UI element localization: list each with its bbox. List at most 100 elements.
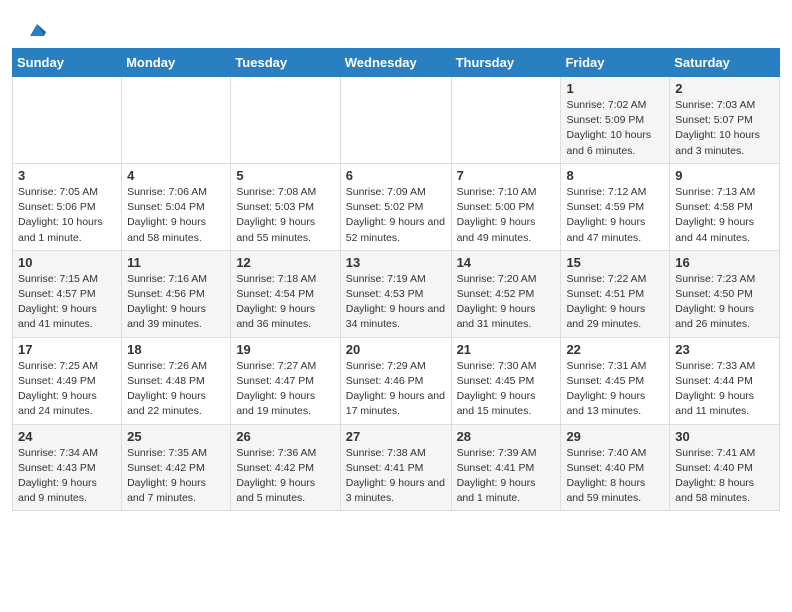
calendar-body: 1Sunrise: 7:02 AM Sunset: 5:09 PM Daylig… xyxy=(13,77,780,511)
day-number: 27 xyxy=(346,429,446,444)
calendar-cell: 22 Sunrise: 7:31 AM Sunset: 4:45 PM Dayli… xyxy=(561,337,670,424)
day-info: Sunrise: 7:09 AM Sunset: 5:02 PM Dayligh… xyxy=(346,185,446,246)
calendar-cell: 26 Sunrise: 7:36 AM Sunset: 4:42 PM Dayli… xyxy=(231,424,340,511)
weekday-header: Saturday xyxy=(670,49,780,77)
day-info: Sunrise: 7:29 AM Sunset: 4:46 PM Dayligh… xyxy=(346,359,446,420)
day-info: Sunrise: 7:35 AM Sunset: 4:42 PM Dayligh… xyxy=(127,446,225,507)
day-number: 5 xyxy=(236,168,334,183)
day-number: 21 xyxy=(457,342,556,357)
calendar-cell: 19 Sunrise: 7:27 AM Sunset: 4:47 PM Dayli… xyxy=(231,337,340,424)
calendar-cell xyxy=(231,77,340,164)
calendar-cell: 10 Sunrise: 7:15 AM Sunset: 4:57 PM Dayli… xyxy=(13,250,122,337)
day-info: Sunrise: 7:18 AM Sunset: 4:54 PM Dayligh… xyxy=(236,272,334,333)
weekday-header: Friday xyxy=(561,49,670,77)
calendar-week-row: 24 Sunrise: 7:34 AM Sunset: 4:43 PM Dayli… xyxy=(13,424,780,511)
calendar-cell: 30 Sunrise: 7:41 AM Sunset: 4:40 PM Dayli… xyxy=(670,424,780,511)
day-info: Sunrise: 7:06 AM Sunset: 5:04 PM Dayligh… xyxy=(127,185,225,246)
calendar-cell: 3 Sunrise: 7:05 AM Sunset: 5:06 PM Daylig… xyxy=(13,163,122,250)
day-number: 3 xyxy=(18,168,116,183)
calendar-cell: 24 Sunrise: 7:34 AM Sunset: 4:43 PM Dayli… xyxy=(13,424,122,511)
day-number: 7 xyxy=(457,168,556,183)
day-info: Sunrise: 7:26 AM Sunset: 4:48 PM Dayligh… xyxy=(127,359,225,420)
day-number: 23 xyxy=(675,342,774,357)
day-info: Sunrise: 7:25 AM Sunset: 4:49 PM Dayligh… xyxy=(18,359,116,420)
day-info: Sunrise: 7:27 AM Sunset: 4:47 PM Dayligh… xyxy=(236,359,334,420)
day-number: 2 xyxy=(675,81,774,96)
day-number: 6 xyxy=(346,168,446,183)
logo-icon xyxy=(26,18,48,40)
weekday-header: Tuesday xyxy=(231,49,340,77)
day-info: Sunrise: 7:13 AM Sunset: 4:58 PM Dayligh… xyxy=(675,185,774,246)
day-info: Sunrise: 7:33 AM Sunset: 4:44 PM Dayligh… xyxy=(675,359,774,420)
calendar-week-row: 17 Sunrise: 7:25 AM Sunset: 4:49 PM Dayli… xyxy=(13,337,780,424)
calendar-cell xyxy=(13,77,122,164)
day-number: 12 xyxy=(236,255,334,270)
calendar-cell xyxy=(122,77,231,164)
day-info: Sunrise: 7:22 AM Sunset: 4:51 PM Dayligh… xyxy=(566,272,664,333)
calendar-cell: 7 Sunrise: 7:10 AM Sunset: 5:00 PM Daylig… xyxy=(451,163,561,250)
day-number: 26 xyxy=(236,429,334,444)
calendar-cell: 9Sunrise: 7:13 AM Sunset: 4:58 PM Daylig… xyxy=(670,163,780,250)
calendar-cell: 2Sunrise: 7:03 AM Sunset: 5:07 PM Daylig… xyxy=(670,77,780,164)
day-info: Sunrise: 7:08 AM Sunset: 5:03 PM Dayligh… xyxy=(236,185,334,246)
day-info: Sunrise: 7:15 AM Sunset: 4:57 PM Dayligh… xyxy=(18,272,116,333)
page-header xyxy=(0,0,792,48)
calendar-cell: 25Sunrise: 7:35 AM Sunset: 4:42 PM Dayli… xyxy=(122,424,231,511)
calendar-cell xyxy=(340,77,451,164)
day-number: 28 xyxy=(457,429,556,444)
day-number: 17 xyxy=(18,342,116,357)
day-number: 15 xyxy=(566,255,664,270)
calendar-header-row: SundayMondayTuesdayWednesdayThursdayFrid… xyxy=(13,49,780,77)
day-number: 19 xyxy=(236,342,334,357)
calendar-container: SundayMondayTuesdayWednesdayThursdayFrid… xyxy=(0,48,792,523)
day-info: Sunrise: 7:10 AM Sunset: 5:00 PM Dayligh… xyxy=(457,185,556,246)
day-info: Sunrise: 7:05 AM Sunset: 5:06 PM Dayligh… xyxy=(18,185,116,246)
calendar-cell: 6 Sunrise: 7:09 AM Sunset: 5:02 PM Daylig… xyxy=(340,163,451,250)
calendar-cell: 14Sunrise: 7:20 AM Sunset: 4:52 PM Dayli… xyxy=(451,250,561,337)
weekday-header: Monday xyxy=(122,49,231,77)
calendar-table: SundayMondayTuesdayWednesdayThursdayFrid… xyxy=(12,48,780,511)
weekday-header: Thursday xyxy=(451,49,561,77)
day-info: Sunrise: 7:20 AM Sunset: 4:52 PM Dayligh… xyxy=(457,272,556,333)
calendar-cell: 1Sunrise: 7:02 AM Sunset: 5:09 PM Daylig… xyxy=(561,77,670,164)
day-number: 10 xyxy=(18,255,116,270)
calendar-cell: 17 Sunrise: 7:25 AM Sunset: 4:49 PM Dayli… xyxy=(13,337,122,424)
calendar-cell: 11 Sunrise: 7:16 AM Sunset: 4:56 PM Dayli… xyxy=(122,250,231,337)
day-info: Sunrise: 7:39 AM Sunset: 4:41 PM Dayligh… xyxy=(457,446,556,507)
calendar-cell: 8 Sunrise: 7:12 AM Sunset: 4:59 PM Daylig… xyxy=(561,163,670,250)
day-info: Sunrise: 7:19 AM Sunset: 4:53 PM Dayligh… xyxy=(346,272,446,333)
calendar-cell: 18 Sunrise: 7:26 AM Sunset: 4:48 PM Dayli… xyxy=(122,337,231,424)
calendar-cell: 23 Sunrise: 7:33 AM Sunset: 4:44 PM Dayli… xyxy=(670,337,780,424)
day-info: Sunrise: 7:38 AM Sunset: 4:41 PM Dayligh… xyxy=(346,446,446,507)
day-info: Sunrise: 7:12 AM Sunset: 4:59 PM Dayligh… xyxy=(566,185,664,246)
day-number: 16 xyxy=(675,255,774,270)
day-number: 18 xyxy=(127,342,225,357)
calendar-cell: 5 Sunrise: 7:08 AM Sunset: 5:03 PM Daylig… xyxy=(231,163,340,250)
calendar-cell: 4 Sunrise: 7:06 AM Sunset: 5:04 PM Daylig… xyxy=(122,163,231,250)
calendar-cell: 27 Sunrise: 7:38 AM Sunset: 4:41 PM Dayli… xyxy=(340,424,451,511)
day-number: 24 xyxy=(18,429,116,444)
calendar-cell: 13 Sunrise: 7:19 AM Sunset: 4:53 PM Dayli… xyxy=(340,250,451,337)
calendar-week-row: 3 Sunrise: 7:05 AM Sunset: 5:06 PM Daylig… xyxy=(13,163,780,250)
day-number: 11 xyxy=(127,255,225,270)
day-info: Sunrise: 7:02 AM Sunset: 5:09 PM Dayligh… xyxy=(566,98,664,159)
day-number: 20 xyxy=(346,342,446,357)
day-info: Sunrise: 7:31 AM Sunset: 4:45 PM Dayligh… xyxy=(566,359,664,420)
calendar-cell: 12 Sunrise: 7:18 AM Sunset: 4:54 PM Dayli… xyxy=(231,250,340,337)
day-info: Sunrise: 7:41 AM Sunset: 4:40 PM Dayligh… xyxy=(675,446,774,507)
calendar-week-row: 1Sunrise: 7:02 AM Sunset: 5:09 PM Daylig… xyxy=(13,77,780,164)
day-number: 30 xyxy=(675,429,774,444)
day-info: Sunrise: 7:16 AM Sunset: 4:56 PM Dayligh… xyxy=(127,272,225,333)
day-info: Sunrise: 7:36 AM Sunset: 4:42 PM Dayligh… xyxy=(236,446,334,507)
day-info: Sunrise: 7:30 AM Sunset: 4:45 PM Dayligh… xyxy=(457,359,556,420)
day-number: 13 xyxy=(346,255,446,270)
calendar-cell: 20 Sunrise: 7:29 AM Sunset: 4:46 PM Dayli… xyxy=(340,337,451,424)
day-info: Sunrise: 7:34 AM Sunset: 4:43 PM Dayligh… xyxy=(18,446,116,507)
day-number: 4 xyxy=(127,168,225,183)
calendar-cell xyxy=(451,77,561,164)
calendar-cell: 15 Sunrise: 7:22 AM Sunset: 4:51 PM Dayli… xyxy=(561,250,670,337)
weekday-header: Wednesday xyxy=(340,49,451,77)
day-number: 8 xyxy=(566,168,664,183)
day-number: 22 xyxy=(566,342,664,357)
day-number: 29 xyxy=(566,429,664,444)
